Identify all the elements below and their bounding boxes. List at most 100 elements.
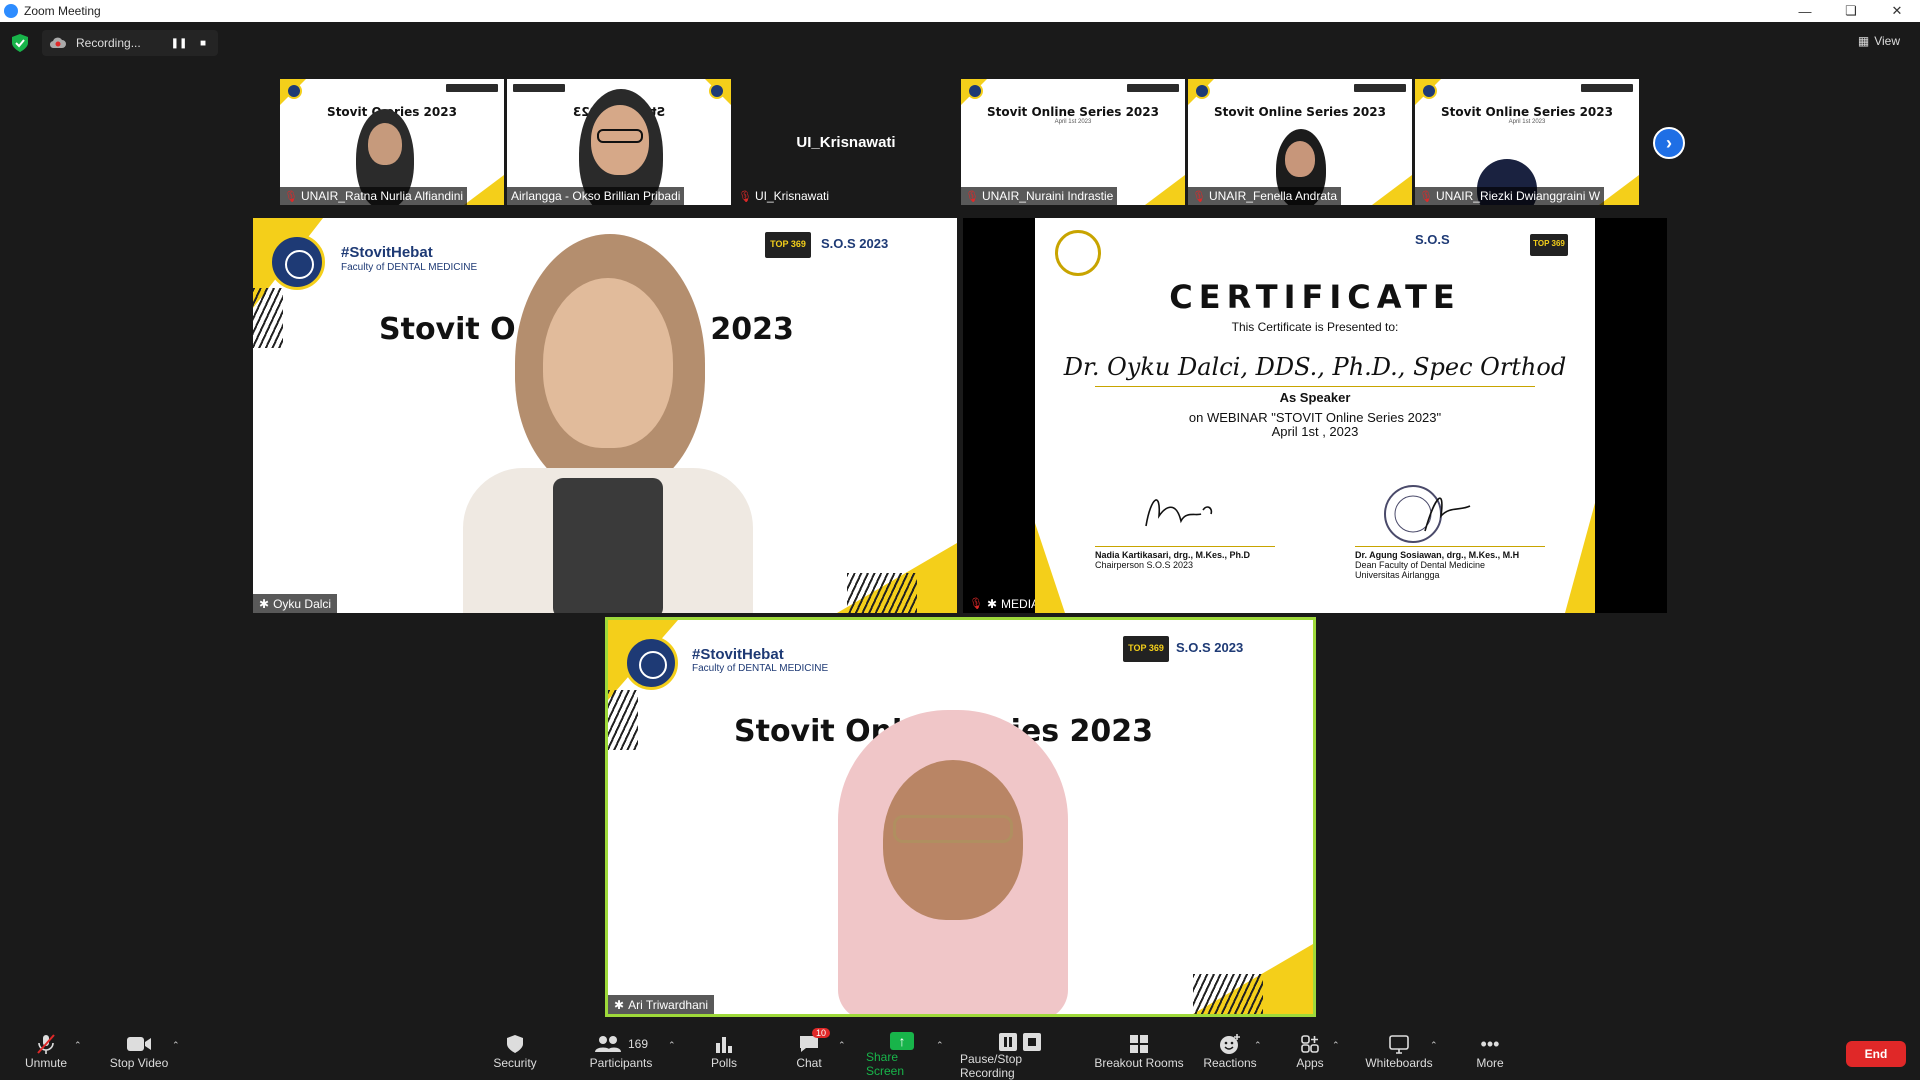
more-button[interactable]: ••• More <box>1472 1032 1508 1078</box>
unmute-button[interactable]: Unmute <box>20 1032 72 1078</box>
official-stamp <box>1384 485 1471 543</box>
participants-count: 169 <box>627 1037 649 1051</box>
participant-thumbnail[interactable]: Stovit Online Series 2023 🎙 UNAIR_Fenella… <box>1188 79 1412 205</box>
meeting-toolbar: Unmute ⌃ Stop Video ⌃ Security 169 Parti… <box>0 1022 1920 1080</box>
bar-chart-icon <box>714 1032 734 1056</box>
signer-1: Nadia Kartikasari, drg., M.Kes., Ph.D Cha… <box>1095 550 1251 570</box>
chevron-right-icon: › <box>1666 132 1672 153</box>
sponsor-logos <box>446 84 498 92</box>
microphone-muted-icon <box>35 1032 57 1056</box>
certificate-title: CERTIFICATE <box>1169 278 1461 316</box>
glasses <box>597 129 643 143</box>
mic-muted-icon: 🎙 <box>1419 190 1433 203</box>
emoji-icon <box>1219 1032 1241 1056</box>
slide-faculty: Faculty of DENTAL MEDICINE <box>341 262 478 273</box>
pause-stop-recording-button[interactable]: Pause/Stop Recording <box>960 1032 1080 1080</box>
university-seal-icon <box>967 83 983 99</box>
chat-options-caret[interactable]: ⌃ <box>838 1040 846 1051</box>
top-status-row: Recording... ❚❚ ■ ▦ View <box>0 22 1920 62</box>
reactions-button[interactable]: Reactions <box>1201 1032 1259 1078</box>
participant-thumbnail[interactable]: Stovit O eries 2023 🎙UNAIR_Ratna Nurlia … <box>280 79 504 205</box>
apps-button[interactable]: Apps <box>1292 1032 1328 1078</box>
mic-muted-icon: 🎙 <box>965 190 979 203</box>
slide-hashtag: #StovitHebat <box>692 646 784 663</box>
participant-name-tag: 🎙 UNAIR_Fenella Andrata <box>1188 187 1342 205</box>
chat-bubble-icon: 10 <box>798 1028 830 1056</box>
polls-button[interactable]: Polls <box>702 1032 746 1078</box>
participant-thumbnail[interactable]: Stovit Online Series 2023 April 1st 2023… <box>1415 79 1639 205</box>
sos-logo: S.O.S 2023 <box>1176 640 1244 655</box>
certificate-honoree: Dr. Oyku Dalci, DDS., Ph.D., Spec Orthod <box>1063 353 1567 381</box>
apps-options-caret[interactable]: ⌃ <box>1332 1040 1340 1051</box>
slide-title: Stovit Online Series 2023 <box>1214 105 1386 119</box>
participant-name-tag: ✱ Oyku Dalci <box>253 594 338 613</box>
slide-title: Stovit Online Series 2023 <box>987 105 1159 119</box>
participant-name-tag: Airlangga - Okso Brillian Pribadi <box>507 187 685 205</box>
restore-icon[interactable]: ❏ <box>1828 0 1874 22</box>
participants-options-caret[interactable]: ⌃ <box>668 1040 676 1051</box>
participant-display-name: UI_Krisnawati <box>796 134 896 151</box>
speaker-face <box>543 278 673 448</box>
university-seal-icon <box>269 234 325 290</box>
certificate-slide: S.O.S TOP 369 CERTIFICATE This Certifica… <box>1035 218 1595 613</box>
encryption-shield-icon[interactable] <box>12 34 28 52</box>
certificate-presented: This Certificate is Presented to: <box>1231 320 1399 334</box>
slide-faculty: Faculty of DENTAL MEDICINE <box>692 663 829 674</box>
chat-button[interactable]: 10 Chat <box>786 1028 832 1078</box>
share-options-caret[interactable]: ⌃ <box>936 1040 944 1051</box>
end-meeting-button[interactable]: End <box>1846 1041 1906 1067</box>
sos-logo: S.O.S 2023 <box>821 236 889 251</box>
participant-name-tag: 🎙 UNAIR_Ratna Nurlia Alfiandini <box>280 187 468 205</box>
participant-thumbnail[interactable]: UI_Krisnawati 🎙 UI_Krisnawati <box>734 79 958 205</box>
share-screen-button[interactable]: ↑ Share Screen <box>866 1032 938 1078</box>
minimize-icon[interactable]: — <box>1782 0 1828 22</box>
pause-recording-icon[interactable]: ❚❚ <box>171 36 188 50</box>
share-screen-icon: ↑ <box>890 1032 914 1050</box>
stop-recording-icon[interactable]: ■ <box>196 36 210 50</box>
pause-stop-icon <box>997 1032 1043 1052</box>
video-tile-speaker[interactable]: #StovitHebat Faculty of DENTAL MEDICINE … <box>253 218 957 613</box>
security-button[interactable]: Security <box>490 1032 540 1078</box>
slide-subtitle: April 1st 2023 <box>1508 119 1546 125</box>
view-label: View <box>1874 34 1900 48</box>
chat-unread-badge: 10 <box>811 1028 830 1038</box>
zoom-app-icon <box>4 4 18 18</box>
window-title: Zoom Meeting <box>24 4 101 18</box>
slide-subtitle: April 1st 2023 <box>1054 119 1092 125</box>
video-options-caret[interactable]: ⌃ <box>172 1040 180 1051</box>
university-seal-icon <box>624 636 678 690</box>
breakout-rooms-button[interactable]: Breakout Rooms <box>1094 1032 1184 1078</box>
mic-muted-icon: 🎙 <box>738 190 752 203</box>
next-page-button[interactable]: › <box>1653 127 1685 159</box>
whiteboards-button[interactable]: Whiteboards <box>1362 1032 1436 1078</box>
participant-thumbnail[interactable]: Stovit Online Series 2023 April 1st 2023… <box>961 79 1185 205</box>
participant-name-tag: 🎙 ✱ MEDIA <box>963 594 1046 613</box>
whiteboard-icon <box>1388 1032 1410 1056</box>
top-369-badge: TOP 369 <box>765 232 811 258</box>
stop-video-button[interactable]: Stop Video <box>106 1032 172 1078</box>
title-bar: Zoom Meeting — ❏ ✕ <box>0 0 1920 22</box>
video-tile-active-speaker[interactable]: #StovitHebat Faculty of DENTAL MEDICINE … <box>605 617 1316 1017</box>
sponsor-logos <box>1354 84 1406 92</box>
participant-name-tag: ✱ Ari Triwardhani <box>608 995 715 1014</box>
slide-hashtag: #StovitHebat <box>341 244 433 261</box>
reactions-options-caret[interactable]: ⌃ <box>1254 1040 1262 1051</box>
recording-label: Recording... <box>76 36 141 50</box>
participant-thumbnail[interactable]: Stovit O 2023 Airlangga - Okso Brillian … <box>507 79 731 205</box>
participants-icon: 169 <box>594 1032 648 1056</box>
whiteboards-options-caret[interactable]: ⌃ <box>1430 1040 1438 1051</box>
participants-button[interactable]: 169 Participants <box>586 1032 656 1078</box>
participant-name-tag: 🎙 UI_Krisnawati <box>738 189 829 203</box>
close-icon[interactable]: ✕ <box>1874 0 1920 22</box>
participant-name-tag: 🎙 UNAIR_Nuraini Indrastie <box>961 187 1118 205</box>
shield-icon <box>506 1032 524 1056</box>
certificate-webinar: on WEBINAR "STOVIT Online Series 2023" <box>1188 410 1442 425</box>
view-button[interactable]: ▦ View <box>1858 34 1900 48</box>
certificate-role: As Speaker <box>1279 390 1351 405</box>
university-seal-icon <box>1055 230 1101 276</box>
university-seal-icon <box>1421 83 1437 99</box>
sos-logo: S.O.S <box>1415 232 1450 247</box>
sponsor-logos <box>513 84 565 92</box>
certificate-date: April 1st , 2023 <box>1271 424 1359 439</box>
audio-options-caret[interactable]: ⌃ <box>74 1040 82 1051</box>
